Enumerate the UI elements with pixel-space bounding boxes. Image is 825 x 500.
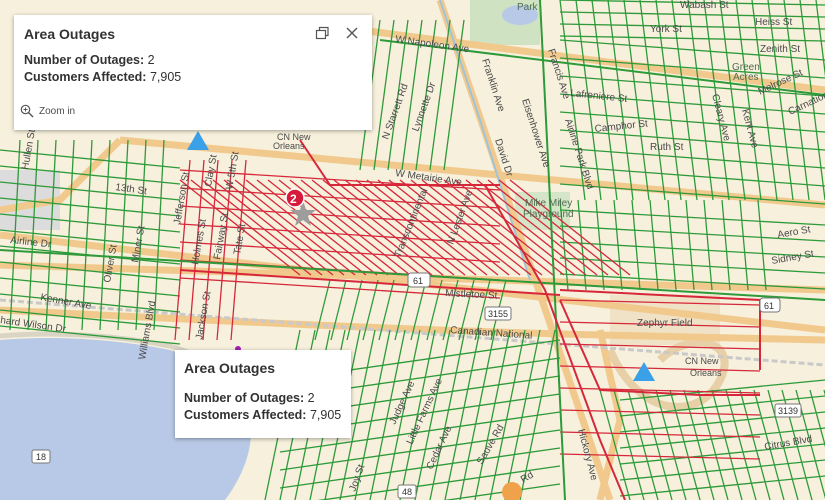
tooltip-title: Area Outages bbox=[184, 360, 276, 376]
dock-icon[interactable] bbox=[314, 25, 330, 41]
svg-text:York St: York St bbox=[650, 24, 682, 35]
svg-text:Playground: Playground bbox=[523, 209, 574, 220]
area-outages-popup: Area Outages Number of Outages: 2 Custom… bbox=[14, 15, 372, 130]
svg-text:3155: 3155 bbox=[488, 309, 508, 319]
tooltip-customers-row: Customers Affected: 7,905 bbox=[184, 408, 342, 422]
svg-text:CN New: CN New bbox=[685, 356, 719, 366]
svg-text:Ruth St: Ruth St bbox=[650, 142, 684, 153]
hwy-shield-48: 48 bbox=[397, 484, 417, 499]
svg-text:Mike Miley: Mike Miley bbox=[525, 198, 572, 209]
svg-text:Zephyr Field: Zephyr Field bbox=[637, 318, 693, 329]
customers-affected-row: Customers Affected: 7,905 bbox=[24, 70, 182, 84]
hwy-shield-3139: 3139 bbox=[774, 403, 802, 418]
tooltip-outages-row: Number of Outages: 2 bbox=[184, 391, 315, 405]
hwy-shield-61: 61 bbox=[407, 272, 431, 288]
area-outages-tooltip: Area Outages Number of Outages: 2 Custom… bbox=[175, 350, 351, 438]
svg-text:Zenith St: Zenith St bbox=[760, 44, 800, 55]
zoom-in-link[interactable]: Zoom in bbox=[20, 104, 75, 118]
svg-text:Orleans: Orleans bbox=[690, 368, 722, 378]
svg-text:Heiss St: Heiss St bbox=[755, 17, 792, 28]
svg-text:48: 48 bbox=[402, 487, 412, 497]
popup-title: Area Outages bbox=[24, 26, 116, 42]
svg-text:2: 2 bbox=[290, 192, 297, 206]
svg-text:Orleans: Orleans bbox=[273, 141, 305, 151]
svg-text:61: 61 bbox=[764, 301, 774, 311]
hwy-shield-61b: 61 bbox=[759, 297, 781, 313]
svg-text:Park: Park bbox=[517, 2, 539, 13]
svg-text:3139: 3139 bbox=[778, 406, 798, 416]
svg-text:Wabash St: Wabash St bbox=[680, 0, 729, 11]
zoom-icon bbox=[20, 104, 34, 118]
svg-text:61: 61 bbox=[413, 276, 423, 286]
hwy-shield-18: 18 bbox=[31, 449, 51, 464]
close-icon[interactable] bbox=[344, 25, 360, 41]
svg-text:Acres: Acres bbox=[733, 72, 759, 83]
outages-count-row: Number of Outages: 2 bbox=[24, 53, 155, 67]
cluster-marker[interactable]: 2 bbox=[285, 188, 305, 208]
svg-text:18: 18 bbox=[36, 452, 46, 462]
zoom-in-label[interactable]: Zoom in bbox=[39, 106, 75, 117]
hwy-shield-3155: 3155 bbox=[484, 306, 512, 321]
